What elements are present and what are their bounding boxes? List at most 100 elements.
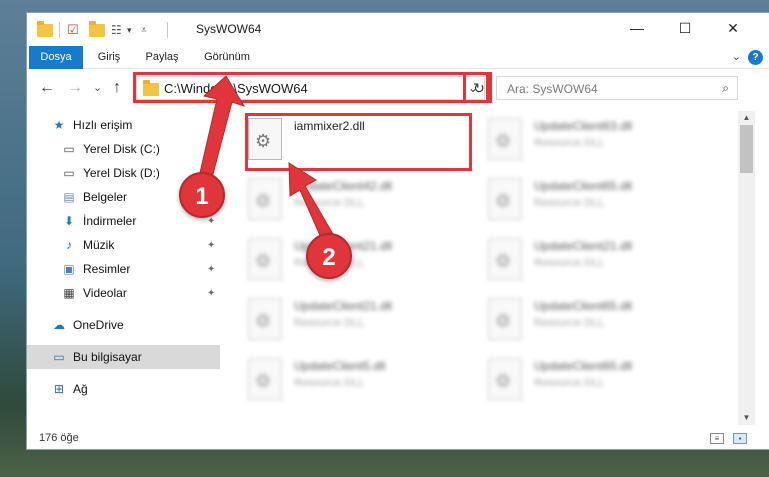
sidebar-item-onedrive[interactable]: ☁ OneDrive (27, 313, 220, 337)
file-item[interactable]: ⚙ UpdateClient63.dll Resource DLL (488, 115, 708, 167)
pin-icon[interactable]: ✦ (207, 288, 215, 299)
sidebar-item-pictures[interactable]: ▣ Resimler ✦ (27, 257, 220, 281)
file-name: UpdateClient65.dll (534, 359, 633, 373)
back-button[interactable]: ← (39, 79, 55, 97)
file-highlight-box (245, 113, 472, 171)
up-button[interactable]: ↑ (113, 79, 121, 97)
gear-icon: ⚙ (495, 131, 512, 151)
scrollbar-thumb[interactable] (740, 125, 753, 173)
sidebar-item-music[interactable]: ♪ Müzik ✦ (27, 233, 220, 257)
sidebar-item-quick-access[interactable]: ★ Hızlı erişim (27, 113, 220, 137)
minimize-button[interactable]: — (615, 13, 659, 43)
file-type: Resource DLL (294, 317, 365, 329)
sidebar-item-label: İndirmeler (83, 214, 137, 228)
help-icon[interactable]: ? (748, 50, 763, 65)
gear-icon: ⚙ (255, 251, 272, 271)
pin-icon[interactable]: ✦ (207, 216, 215, 227)
dll-file-icon: ⚙ (488, 298, 522, 340)
pin-icon[interactable]: ✦ (207, 264, 215, 275)
scroll-up-icon[interactable]: ▲ (738, 111, 755, 125)
forward-button[interactable]: → (67, 79, 83, 97)
gear-icon: ⚙ (495, 311, 512, 331)
large-icons-view-icon[interactable]: ▪ (733, 433, 747, 444)
gear-icon: ⚙ (495, 251, 512, 271)
callout-number-1: 1 (179, 172, 225, 218)
video-icon: ▦ (63, 286, 75, 300)
gear-icon: ⚙ (495, 191, 512, 211)
file-name: UpdateClient21.dll (294, 299, 393, 313)
sidebar-item-label: Belgeler (83, 190, 128, 204)
status-bar: 176 öğe ≡ ▪ (27, 425, 769, 451)
close-button[interactable]: ✕ (711, 13, 755, 43)
sidebar-item-label: Hızlı erişim (73, 118, 133, 132)
details-view-icon[interactable]: ≡ (710, 433, 724, 444)
file-type: Resource DLL (534, 317, 605, 329)
recent-locations-button[interactable]: ⌄ (93, 81, 102, 94)
cloud-icon: ☁ (53, 318, 65, 332)
file-item[interactable]: ⚙ UpdateClient65.dll Resource DLL (488, 355, 708, 407)
sidebar-item-label: OneDrive (73, 318, 124, 332)
file-item[interactable]: ⚙ UpdateClient21.dll Resource DLL (488, 235, 708, 287)
chevron-down-icon[interactable]: ▾ (127, 21, 132, 39)
search-input[interactable]: Ara: SysWOW64 (507, 82, 598, 96)
maximize-button[interactable]: ☐ (663, 13, 707, 43)
file-name: UpdateClient42.dll (294, 179, 393, 193)
dll-file-icon: ⚙ (488, 178, 522, 220)
file-item[interactable]: ⚙ UpdateClient65.dll Resource DLL (488, 295, 708, 347)
file-name: UpdateClient21.dll (534, 239, 633, 253)
separator (59, 21, 60, 39)
dll-file-icon: ⚙ (248, 178, 282, 220)
network-icon: ⊞ (53, 382, 65, 396)
customize-icon[interactable]: ☷ (111, 21, 122, 39)
tab-home[interactable]: Giriş (89, 46, 129, 69)
drive-icon: ▭ (63, 166, 75, 180)
file-item[interactable]: ⚙ UpdateClient42.dll Resource DLL (248, 175, 468, 227)
file-type: Resource DLL (294, 377, 365, 389)
scroll-down-icon[interactable]: ▼ (738, 411, 755, 425)
download-icon: ⬇ (63, 214, 75, 228)
new-folder-icon[interactable] (89, 20, 105, 39)
file-item[interactable]: ⚙ UpdateClient21.dll Resource DLL (248, 235, 468, 287)
navigation-pane: ★ Hızlı erişim ▭ Yerel Disk (C:) ✦ ▭ Yer… (27, 111, 220, 401)
sidebar-item-network[interactable]: ⊞ Ağ (27, 377, 220, 401)
gear-icon: ⚙ (495, 371, 512, 391)
ribbon-expand-icon[interactable]: ⌄ (732, 50, 741, 63)
dll-file-icon: ⚙ (248, 298, 282, 340)
search-box[interactable]: Ara: SysWOW64 ⌕ (496, 76, 738, 100)
picture-icon: ▣ (63, 262, 75, 276)
tab-share[interactable]: Paylaş (139, 46, 185, 69)
file-item[interactable]: ⚙ UpdateClient21.dll Resource DLL (248, 295, 468, 347)
tab-file[interactable]: Dosya (29, 46, 83, 69)
file-item[interactable]: ⚙ UpdateClient65.dll Resource DLL (488, 175, 708, 227)
folder-icon (37, 20, 53, 39)
pin-icon[interactable]: ✦ (207, 240, 215, 251)
pin-icon[interactable]: ✦ (207, 144, 215, 155)
dll-file-icon: ⚙ (488, 118, 522, 160)
vertical-scrollbar[interactable]: ▲ ▼ (738, 111, 755, 425)
document-icon: ▤ (63, 190, 75, 204)
sidebar-item-this-pc[interactable]: ▭ Bu bilgisayar (27, 345, 220, 369)
quick-access-dropdown-icon[interactable]: ⩡ (141, 21, 147, 39)
file-type: Resource DLL (534, 257, 605, 269)
sidebar-item-videos[interactable]: ▦ Videolar ✦ (27, 281, 220, 305)
sidebar-item-label: Videolar (83, 286, 127, 300)
file-item[interactable]: ⚙ UpdateClient5.dll Resource DLL (248, 355, 468, 407)
tab-view[interactable]: Görünüm (197, 46, 257, 69)
file-name: UpdateClient63.dll (534, 119, 633, 133)
item-count: 176 öğe (39, 432, 79, 444)
properties-icon[interactable]: ☑ (67, 21, 79, 39)
title-bar: ☑ ☷ ▾ ⩡ SysWOW64 — ☐ ✕ (27, 13, 769, 45)
explorer-window: ☑ ☷ ▾ ⩡ SysWOW64 — ☐ ✕ Dosya Giriş Payla… (26, 12, 769, 450)
dll-file-icon: ⚙ (488, 358, 522, 400)
file-name: UpdateClient65.dll (534, 179, 633, 193)
ribbon-tabs: Dosya Giriş Paylaş Görünüm ⌄ ? (27, 46, 769, 69)
address-highlight-box (133, 72, 489, 103)
navigation-bar: ← → ⌄ ↑ C:\Windows\SysWOW64 ⌄ ↻ Ara: Sys… (27, 72, 769, 105)
search-icon[interactable]: ⌕ (722, 81, 729, 96)
file-type: Resource DLL (534, 197, 605, 209)
sidebar-item-disk-c[interactable]: ▭ Yerel Disk (C:) ✦ (27, 137, 220, 161)
refresh-highlight-box (463, 72, 492, 103)
dll-file-icon: ⚙ (248, 358, 282, 400)
drive-icon: ▭ (63, 142, 75, 156)
sidebar-item-label: Ağ (73, 382, 88, 396)
